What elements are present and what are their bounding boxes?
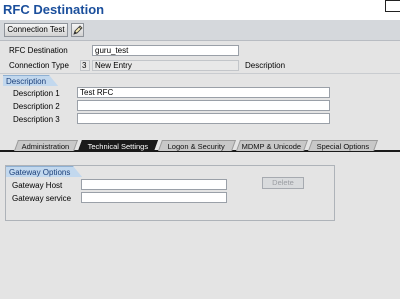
gateway-options-title: Gateway Options (6, 166, 84, 178)
gateway-service-field[interactable] (81, 192, 227, 203)
description-2-label: Description 2 (13, 102, 60, 111)
rfc-destination-label: RFC Destination (9, 46, 68, 55)
gateway-service-label: Gateway service (12, 194, 72, 203)
description-1-label: Description 1 (13, 89, 60, 98)
gateway-host-field[interactable] (81, 179, 227, 190)
application-toolbar: Connection Test (0, 20, 400, 41)
tab-content: Gateway Options Gateway Host Gateway ser… (0, 153, 400, 299)
tab-special-options-label: Special Options (316, 142, 369, 151)
gateway-options-group: Gateway Options Gateway Host Gateway ser… (5, 165, 335, 221)
rfc-destination-field[interactable]: guru_test (92, 45, 239, 56)
pencil-icon (73, 25, 83, 35)
delete-button[interactable]: Delete (262, 177, 304, 189)
tab-logon-security-label: Logon & Security (168, 142, 226, 151)
tab-mdmp-unicode[interactable]: MDMP & Unicode (235, 140, 309, 151)
tabstrip: Administration Technical Settings Logon … (0, 139, 400, 152)
description-1-field[interactable]: Test RFC (77, 87, 330, 98)
gateway-host-label: Gateway Host (12, 181, 63, 190)
edit-button[interactable] (71, 23, 84, 37)
tab-logon-security[interactable]: Logon & Security (157, 140, 237, 151)
description-3-label: Description 3 (13, 115, 60, 124)
description-3-field[interactable] (77, 113, 330, 124)
description-2-field[interactable] (77, 100, 330, 111)
connection-type-code[interactable]: 3 (80, 60, 90, 71)
connection-test-button[interactable]: Connection Test (4, 23, 68, 37)
tab-administration-label: Administration (21, 142, 70, 151)
connection-type-label: Connection Type (9, 61, 69, 70)
connection-type-description: Description (245, 61, 286, 70)
tab-mdmp-unicode-label: MDMP & Unicode (241, 142, 302, 151)
window-control[interactable] (385, 0, 400, 12)
header-section: RFC Destination guru_test Connection Typ… (0, 41, 400, 73)
page-title: RFC Destination (3, 2, 105, 17)
description-group: Description Description 1 Test RFC Descr… (0, 73, 400, 126)
tab-technical-settings[interactable]: Technical Settings (77, 140, 159, 151)
tab-special-options[interactable]: Special Options (307, 140, 379, 151)
description-group-title: Description (3, 75, 60, 87)
tab-technical-settings-label: Technical Settings (87, 142, 148, 151)
tab-administration[interactable]: Administration (13, 140, 79, 151)
title-bar: RFC Destination (0, 0, 400, 20)
connection-type-text: New Entry (92, 60, 239, 71)
